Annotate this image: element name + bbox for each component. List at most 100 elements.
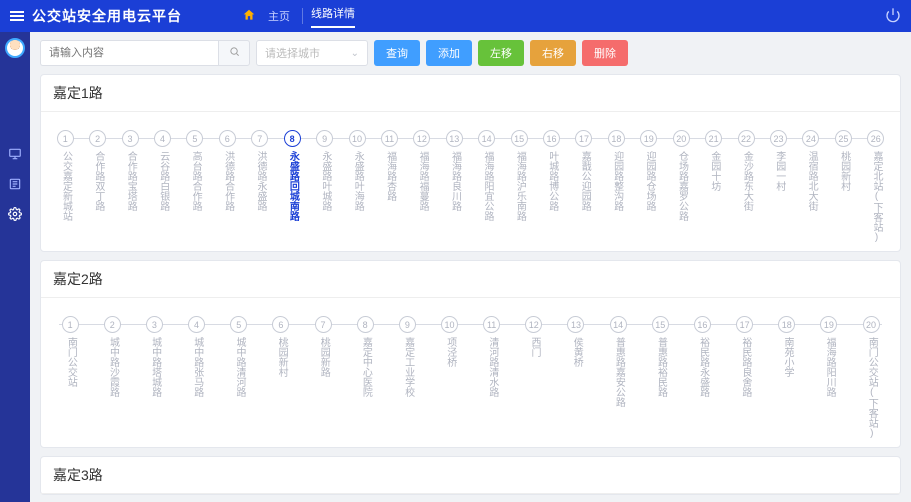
stop[interactable]: 20仓场路嘉罗公路 (665, 130, 697, 243)
stop[interactable]: 4云谷路白银路 (146, 130, 178, 243)
topbar: 公交站安全用电云平台 主页 线路详情 (0, 0, 911, 32)
stop-number: 10 (349, 130, 366, 147)
stop-number: 14 (610, 316, 627, 333)
line-title: 嘉定2路 (41, 261, 900, 298)
stop[interactable]: 9嘉定工业学校 (386, 316, 428, 439)
stop[interactable]: 8嘉定中心医院 (344, 316, 386, 439)
stop[interactable]: 11福海路杏路 (373, 130, 405, 243)
stop-label: 裕民路永盛路 (697, 337, 708, 397)
stop-label: 福海路福蔓路 (417, 151, 428, 211)
stop-number: 5 (230, 316, 247, 333)
line-card: 嘉定1路 1公交嘉定新城站2合作路双丁路3合作路宝塔路4云谷路白银路5高台路合作路… (40, 74, 901, 252)
stop[interactable]: 13侯黄桥 (555, 316, 597, 439)
stop-number: 1 (62, 316, 79, 333)
stop[interactable]: 2合作路双丁路 (81, 130, 113, 243)
stop[interactable]: 15普惠路裕民路 (639, 316, 681, 439)
stop-number: 1 (57, 130, 74, 147)
stop-number: 22 (738, 130, 755, 147)
stop[interactable]: 15福海路沪乐南路 (503, 130, 535, 243)
stop[interactable]: 14普惠路嘉安公路 (597, 316, 639, 439)
stop[interactable]: 13福海路良川路 (438, 130, 470, 243)
stop[interactable]: 1公交嘉定新城站 (49, 130, 81, 243)
stop[interactable]: 21金园十坊 (697, 130, 729, 243)
stop[interactable]: 24温宿路北大街 (795, 130, 827, 243)
stop[interactable]: 26嘉定北站(下客站) (860, 130, 892, 243)
stop[interactable]: 4城中路张马路 (175, 316, 217, 439)
stop-number: 4 (154, 130, 171, 147)
stop[interactable]: 22金沙路东大街 (730, 130, 762, 243)
stop[interactable]: 12 福海路福蔓路 (406, 130, 438, 243)
stop[interactable]: 7桃园新路 (302, 316, 344, 439)
move-right-button[interactable]: 右移 (530, 40, 576, 66)
stop-label: 桃园新路 (318, 337, 329, 377)
stop[interactable]: 18 南苑小学 (766, 316, 808, 439)
stop[interactable]: 10永盛路叶海路 (341, 130, 373, 243)
stop-number: 15 (511, 130, 528, 147)
stop-number: 6 (272, 316, 289, 333)
stop-label: 南苑小学 (781, 337, 792, 377)
stop-number: 18 (778, 316, 795, 333)
stop[interactable]: 16裕民路永盛路 (681, 316, 723, 439)
stop[interactable]: 16叶城路博公路 (535, 130, 567, 243)
home-icon[interactable] (242, 8, 256, 25)
hamburger-icon[interactable] (10, 9, 24, 23)
stop[interactable]: 12西门 (513, 316, 555, 439)
stop[interactable]: 9永盛路叶城路 (308, 130, 340, 243)
stop-number: 14 (478, 130, 495, 147)
stop[interactable]: 1 南门公交站 (49, 316, 91, 439)
stop[interactable]: 14福海路阳宜公路 (470, 130, 502, 243)
breadcrumb-active[interactable]: 线路详情 (311, 5, 355, 28)
stop[interactable]: 5高台路合作路 (179, 130, 211, 243)
stop[interactable]: 5城中路清河路 (218, 316, 260, 439)
stop[interactable]: 10项泾桥 (428, 316, 470, 439)
stop[interactable]: 23李园一村 (762, 130, 794, 243)
breadcrumb-home[interactable]: 主页 (268, 8, 290, 24)
stop-number: 11 (483, 316, 500, 333)
sidebar (0, 32, 30, 502)
app-title: 公交站安全用电云平台 (32, 6, 182, 26)
search-button[interactable] (218, 40, 250, 66)
stop-label: 嘉定北站(下客站) (871, 151, 882, 243)
stop[interactable]: 20南门公交站(下客站) (850, 316, 892, 439)
search-input[interactable] (40, 40, 218, 66)
nav-monitor-icon[interactable] (7, 146, 23, 162)
city-select[interactable]: 请选择城市 ⌄ (256, 40, 368, 66)
stop-number: 6 (219, 130, 236, 147)
stop[interactable]: 3合作路宝塔路 (114, 130, 146, 243)
stop[interactable]: 25桃园新村 (827, 130, 859, 243)
stop-number: 13 (446, 130, 463, 147)
stop[interactable]: 17裕民路良舍路 (724, 316, 766, 439)
move-left-button[interactable]: 左移 (478, 40, 524, 66)
stop-number: 8 (357, 316, 374, 333)
stop[interactable]: 3城中路塔城路 (133, 316, 175, 439)
nav-data-icon[interactable] (7, 176, 23, 192)
power-icon[interactable] (885, 7, 901, 26)
stop[interactable]: 19迎园路仓场路 (633, 130, 665, 243)
stop-label: 迎园路仓场路 (644, 151, 655, 211)
avatar[interactable] (5, 38, 25, 58)
stop[interactable]: 6洪德路合作路 (211, 130, 243, 243)
line-title: 嘉定1路 (41, 75, 900, 112)
stop[interactable]: 19福海路阳川路 (808, 316, 850, 439)
stop-label: 西门 (529, 337, 540, 357)
stop[interactable]: 17嘉戬公迎园路 (568, 130, 600, 243)
stop[interactable]: 2城中路沙霞路 (91, 316, 133, 439)
stop-number: 20 (863, 316, 880, 333)
nav-settings-icon[interactable] (7, 206, 23, 222)
query-button[interactable]: 查询 (374, 40, 420, 66)
city-placeholder: 请选择城市 (265, 45, 320, 61)
stop-label: 城中路沙霞路 (107, 337, 118, 397)
stop-label: 南门公交站 (65, 337, 76, 387)
stop-label: 永盛路叶城路 (319, 151, 330, 211)
line-card: 嘉定2路1南门公交站2城中路沙霞路3城中路塔城路4城中路张马路5城中路清河路6桃… (40, 260, 901, 448)
delete-button[interactable]: 删除 (582, 40, 628, 66)
stop-label: 叶城路博公路 (546, 151, 557, 211)
stop[interactable]: 6桃园新村 (260, 316, 302, 439)
add-button[interactable]: 添加 (426, 40, 472, 66)
stop[interactable]: 8永盛路回城南路 (276, 130, 308, 243)
stop[interactable]: 18迎园路整沟路 (600, 130, 632, 243)
stop-number: 13 (567, 316, 584, 333)
stop[interactable]: 7洪德路永盛路 (244, 130, 276, 243)
stop-number: 12 (413, 130, 430, 147)
stop[interactable]: 11清河路清水路 (471, 316, 513, 439)
